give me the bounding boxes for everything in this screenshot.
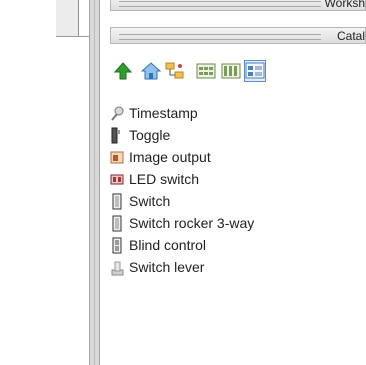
details-view-button[interactable] — [244, 60, 266, 82]
up-arrow-icon — [113, 62, 133, 80]
large-icons-view-button[interactable] — [196, 61, 216, 81]
catalog-pane: Worksh Catal Timestamp Toggle Image outp… — [100, 0, 366, 365]
tree-view-icon — [165, 62, 184, 79]
item-label: Switch rocker 3-way — [129, 215, 255, 231]
catalog-panel-title: Catal — [336, 29, 365, 43]
large-icons-view-icon — [196, 63, 216, 79]
item-label: Timestamp — [129, 105, 198, 121]
catalog-panel-header[interactable]: Catal — [110, 27, 366, 44]
home-icon — [141, 62, 161, 80]
item-label: LED switch — [129, 171, 200, 187]
list-item-timestamp[interactable]: Timestamp — [105, 103, 345, 125]
list-item-switch-lever[interactable]: Switch lever — [105, 257, 345, 279]
item-label: Image output — [129, 149, 211, 165]
toggle-icon — [111, 127, 120, 144]
home-button[interactable] — [141, 61, 161, 81]
item-label: Toggle — [129, 127, 171, 143]
timestamp-icon — [111, 106, 124, 121]
left-pane — [0, 0, 89, 365]
details-view-icon — [245, 62, 265, 79]
pane-splitter[interactable] — [89, 0, 100, 365]
small-icons-view-button[interactable] — [221, 61, 241, 81]
blind-control-icon — [112, 237, 122, 254]
list-item-blind-control[interactable]: Blind control — [105, 235, 345, 257]
list-item-switch[interactable]: Switch — [105, 191, 345, 213]
panel-grip — [119, 1, 321, 7]
list-item-led-switch[interactable]: LED switch — [105, 169, 345, 191]
image-output-icon — [110, 151, 124, 164]
catalog-toolbar — [110, 52, 366, 86]
workspace-panel-header[interactable]: Worksh — [110, 0, 366, 11]
up-button[interactable] — [113, 61, 133, 81]
item-label: Switch lever — [129, 259, 205, 275]
list-item-image-output[interactable]: Image output — [105, 147, 345, 169]
switch-rocker-icon — [112, 215, 122, 232]
panel-grip — [119, 34, 321, 40]
item-label: Blind control — [129, 237, 207, 253]
item-label: Switch — [129, 193, 171, 209]
led-switch-icon — [110, 174, 124, 185]
switch-icon — [112, 193, 122, 210]
tree-view-button[interactable] — [165, 61, 185, 81]
list-item-switch-rocker-3-way[interactable]: Switch rocker 3-way — [105, 213, 345, 235]
left-pane-tab[interactable] — [56, 0, 79, 37]
left-pane-divider — [56, 36, 89, 37]
small-icons-view-icon — [221, 63, 241, 79]
list-item-toggle[interactable]: Toggle — [105, 125, 345, 147]
workspace-panel-title: Worksh — [324, 0, 365, 10]
switch-lever-icon — [111, 261, 124, 276]
